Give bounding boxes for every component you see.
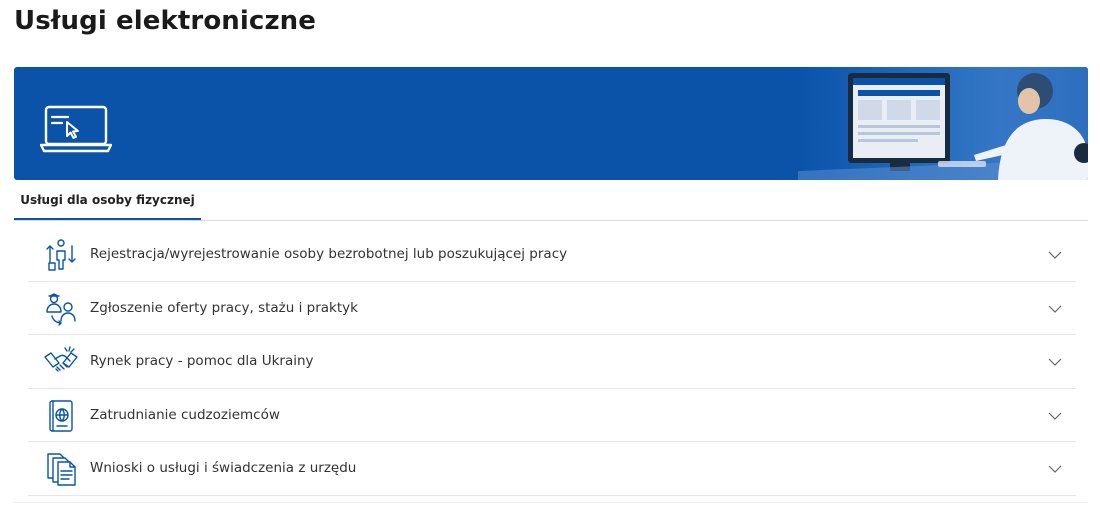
tab-individual-services[interactable]: Usługi dla osoby fizycznej <box>14 180 201 220</box>
service-label: Zatrudnianie cudzoziemców <box>90 406 280 423</box>
chevron-down-icon[interactable] <box>1048 462 1062 476</box>
service-label: Rynek pracy - pomoc dla Ukrainy <box>90 353 314 369</box>
chevron-down-icon[interactable] <box>1048 355 1062 369</box>
services-list: Rejestracja/wyrejestrowanie osoby bezrob… <box>28 228 1076 496</box>
service-item-ukraine-help[interactable]: Rynek pracy - pomoc dla Ukrainy <box>28 335 1076 389</box>
banner-photo <box>798 67 1088 180</box>
chevron-down-icon[interactable] <box>1048 302 1062 316</box>
handshake-icon <box>44 346 78 372</box>
service-item-applications[interactable]: Wnioski o usługi i świadczenia z urzędu <box>28 442 1076 496</box>
divider <box>14 502 1088 503</box>
tab-bar: Usługi dla osoby fizycznej <box>14 180 1088 221</box>
job-offer-icon <box>46 292 76 326</box>
passport-icon <box>49 399 73 432</box>
service-item-foreigners[interactable]: Zatrudnianie cudzoziemców <box>28 389 1076 442</box>
service-label: Wnioski o usługi i świadczenia z urzędu <box>90 460 357 476</box>
service-label: Rejestracja/wyrejestrowanie osoby bezrob… <box>90 246 568 262</box>
workstation-illustration <box>798 73 1088 180</box>
documents-icon <box>47 453 76 486</box>
chevron-down-icon[interactable] <box>1048 248 1062 262</box>
service-label: Zgłoszenie oferty pracy, stażu i praktyk <box>90 299 358 316</box>
page-title: Usługi elektroniczne <box>14 6 317 36</box>
service-item-registration[interactable]: Rejestracja/wyrejestrowanie osoby bezrob… <box>28 228 1076 282</box>
page: Usługi elektroniczne Usługi dla osoby fi… <box>0 0 1100 520</box>
registration-icon <box>46 239 76 271</box>
chevron-down-icon[interactable] <box>1048 409 1062 423</box>
laptop-cursor-icon <box>40 105 112 153</box>
banner <box>14 67 1088 180</box>
service-item-job-offer[interactable]: Zgłoszenie oferty pracy, stażu i praktyk <box>28 282 1076 335</box>
